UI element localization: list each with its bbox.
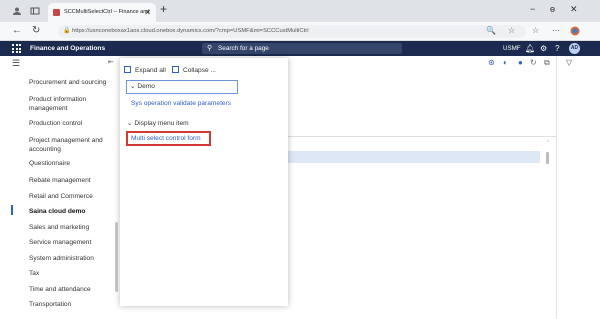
new-tab-button[interactable]: + [160,2,167,16]
nav-scrollbar[interactable] [115,222,118,292]
expand-all-button[interactable]: Expand all [124,66,166,74]
nav-item-product-information[interactable]: Product information management [29,95,119,113]
nav-item-saina-cloud-demo[interactable]: Saina cloud demo [29,207,119,216]
multi-select-control-form-link[interactable]: Multi select control form [131,135,201,142]
minimize-button[interactable]: − [530,4,535,14]
collapse-icon [172,66,179,73]
favorites-bar-icon[interactable]: ☆ [532,26,539,35]
close-tab-icon[interactable]: ✕ [144,3,151,22]
settings-icon[interactable]: ⚙ [540,41,547,56]
right-pane-divider [556,56,557,319]
browser-tab[interactable]: SCCMultiSelectCtrl -- Finance and ✕ [48,3,156,22]
nav-item-retail-commerce[interactable]: Retail and Commerce [29,192,119,201]
filter-icon[interactable]: ▽ [566,58,572,67]
pin-icon[interactable]: ⇤ [108,58,114,66]
profile-icon[interactable] [12,6,22,16]
app-launcher-icon[interactable] [12,44,21,53]
attach-icon[interactable]: ⊛ [488,58,495,67]
office-icon[interactable]: ◐ [503,58,508,67]
refresh-icon[interactable]: ↻ [32,25,40,36]
menu-icon[interactable]: ☰ [12,58,20,69]
selected-grid-row[interactable] [288,151,540,163]
nav-item-procurement[interactable]: Procurement and sourcing [29,78,119,87]
app-header: Finance and Operations ⚲ Search for a pa… [0,41,600,56]
grid-header-line [288,136,556,137]
search-placeholder: Search for a page [218,45,269,52]
nav-item-production-control[interactable]: Production control [29,119,119,128]
nav-item-questionnaire[interactable]: Questionnaire [29,159,119,168]
url-field[interactable]: 🔒 https://usnconeboxax1aos.cloud.onebox.… [58,25,526,38]
sys-operation-validate-link[interactable]: Sys operation validate parameters [131,100,231,107]
display-group-label: Display menu item [134,120,189,127]
display-menu-group-header[interactable]: ⌄ Display menu item [127,119,189,127]
tab-actions-icon[interactable] [30,6,40,16]
favicon-icon [53,9,60,16]
chevron-down-icon: ⌄ [130,83,136,90]
active-indicator [11,205,13,215]
more-icon[interactable]: ⋯ [552,26,560,35]
tab-title: SCCMultiSelectCtrl -- Finance and [64,9,150,15]
lock-icon: 🔒 [63,28,71,34]
avatar[interactable]: AD [569,43,580,54]
grid-scroll-up-icon[interactable]: ⌃ [546,140,550,146]
nav-item-sales-marketing[interactable]: Sales and marketing [29,223,119,232]
favorite-icon[interactable]: ☆ [508,26,515,35]
close-window-button[interactable]: ✕ [570,4,578,15]
address-bar-row: ← ↻ 🔒 https://usnconeboxax1aos.cloud.one… [0,22,600,41]
url-text: https://usnconeboxax1aos.cloud.onebox.dy… [72,28,309,34]
nav-item-service-management[interactable]: Service management [29,238,119,247]
module-flyout: Expand all Collapse ... ⌄ Demo Sys opera… [120,58,288,306]
popout-icon[interactable]: ⧉ [544,58,550,68]
company-selector[interactable]: USMF [503,41,521,56]
browser-tab-strip: SCCMultiSelectCtrl -- Finance and ✕ + − … [0,0,600,22]
collapse-button[interactable]: Collapse ... [172,66,216,74]
navigation-pane: Procurement and sourcing Product informa… [0,70,120,319]
nav-item-system-administration[interactable]: System administration [29,254,119,263]
back-icon[interactable]: ← [12,25,22,36]
chevron-down-icon: ⌄ [127,120,133,127]
nav-item-time-attendance[interactable]: Time and attendance [29,285,119,294]
search-icon: ⚲ [207,45,213,52]
app-name[interactable]: Finance and Operations [30,41,105,56]
nav-item-rebate-management[interactable]: Rebate management [29,176,119,185]
chat-icon[interactable]: ● [518,58,523,67]
demo-group-label: Demo [137,83,155,90]
nav-item-project-management[interactable]: Project management and accounting [29,136,119,154]
copilot-icon[interactable] [570,26,580,36]
grid-scrollbar[interactable] [546,152,549,164]
expand-all-label: Expand all [135,67,166,74]
nav-item-transportation[interactable]: Transportation [29,300,119,309]
notification-icon[interactable]: 🔔︎ [525,41,535,56]
nav-item-tax[interactable]: Tax [29,269,119,278]
collapse-label: Collapse ... [183,67,216,74]
refresh-page-icon[interactable]: ↻ [530,58,537,67]
search-box[interactable]: ⚲ Search for a page [202,43,402,54]
demo-group-header[interactable]: ⌄ Demo [126,80,238,94]
expand-all-icon [124,66,131,73]
zoom-icon[interactable]: 🔍 [486,26,496,35]
help-icon[interactable]: ? [555,41,559,56]
maximize-button[interactable]: ɵ [550,4,555,14]
